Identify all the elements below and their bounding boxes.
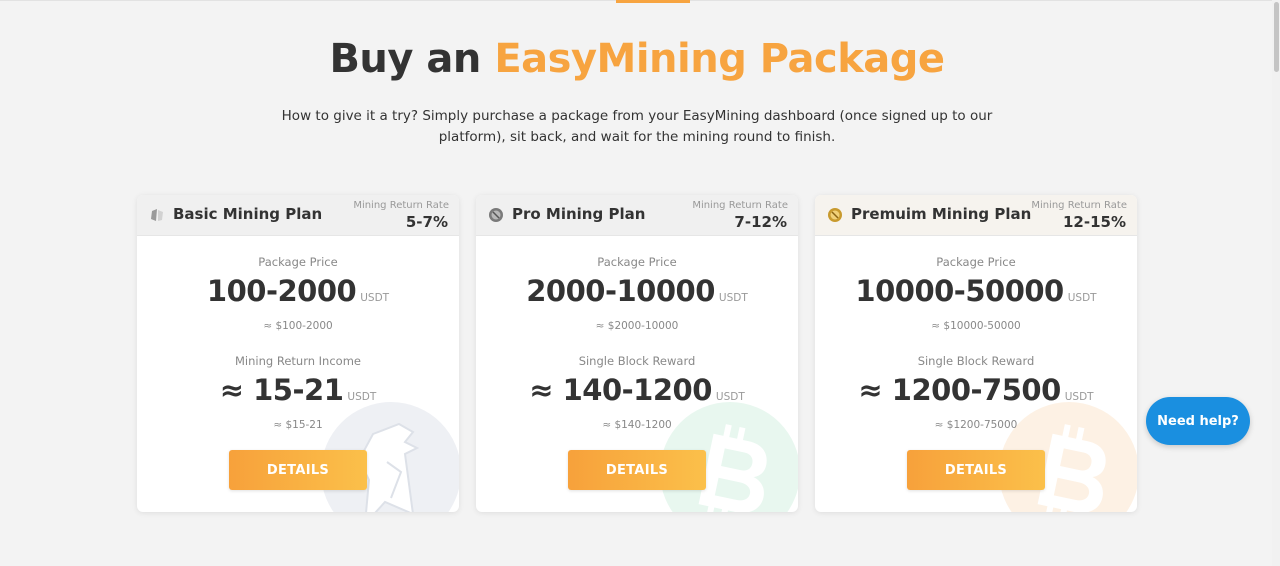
income-value: ≈ 1200-7500 USDT: [815, 373, 1137, 407]
silver-coin-icon: [149, 207, 165, 223]
scrollbar[interactable]: [1272, 0, 1280, 566]
income-unit: USDT: [715, 391, 745, 403]
price-label: Package Price: [258, 255, 338, 269]
plan-name: Basic Mining Plan: [173, 205, 323, 223]
income-value: ≈ 140-1200 USDT: [476, 373, 798, 407]
rate-value: 5-7%: [405, 213, 448, 231]
rate-value: 12-15%: [1062, 213, 1126, 231]
gold-coin-icon: [827, 207, 843, 223]
price-usd: ≈ $10000-50000: [931, 320, 1021, 332]
page-title-accent: EasyMining Package: [494, 36, 945, 82]
price-value: 2000-10000 USDT: [476, 274, 798, 308]
plan-name: Pro Mining Plan: [512, 205, 646, 223]
rate-label: Mining Return Rate: [692, 200, 788, 211]
price-unit: USDT: [360, 292, 390, 304]
rate-label: Mining Return Rate: [1031, 200, 1127, 211]
income-unit: USDT: [347, 391, 377, 403]
income-usd: ≈ $1200-75000: [934, 419, 1018, 431]
income-label: Single Block Reward: [578, 354, 696, 368]
page-title-main: Buy an: [329, 36, 481, 82]
active-tab-indicator: [616, 0, 690, 3]
scrollbar-thumb[interactable]: [1274, 2, 1279, 72]
rate-value: 7-12%: [734, 213, 787, 231]
price-usd: ≈ $100-2000: [263, 320, 333, 332]
plan-card-pro: Pro Mining Plan Mining Return Rate 7-12%…: [476, 195, 798, 512]
details-button[interactable]: DETAILS: [907, 450, 1045, 490]
price-unit: USDT: [718, 292, 748, 304]
income-usd: ≈ $140-1200: [602, 419, 672, 431]
plan-name: Premuim Mining Plan: [851, 205, 1032, 223]
plan-card-header: Pro Mining Plan Mining Return Rate 7-12%: [476, 195, 798, 236]
income-label: Single Block Reward: [917, 354, 1035, 368]
price-amount: 10000-50000: [855, 274, 1064, 308]
income-usd: ≈ $15-21: [273, 419, 323, 431]
details-button[interactable]: DETAILS: [568, 450, 706, 490]
plan-card-header: Basic Mining Plan Mining Return Rate 5-7…: [137, 195, 459, 236]
income-amount: ≈ 140-1200: [529, 373, 712, 407]
intro-text: How to give it a try? Simply purchase a …: [281, 108, 993, 145]
price-amount: 100-2000: [206, 274, 357, 308]
price-label: Package Price: [936, 255, 1016, 269]
page-title: Buy an EasyMining Package: [0, 36, 1274, 82]
income-amount: ≈ 1200-7500: [858, 373, 1061, 407]
details-button[interactable]: DETAILS: [229, 450, 367, 490]
income-unit: USDT: [1064, 391, 1094, 403]
price-unit: USDT: [1067, 292, 1097, 304]
income-value: ≈ 15-21 USDT: [137, 373, 459, 407]
plan-card-basic: Basic Mining Plan Mining Return Rate 5-7…: [137, 195, 459, 512]
income-amount: ≈ 15-21: [219, 373, 344, 407]
need-help-button[interactable]: Need help?: [1146, 397, 1250, 445]
price-value: 10000-50000 USDT: [815, 274, 1137, 308]
price-value: 100-2000 USDT: [137, 274, 459, 308]
plan-card-premium: Premuim Mining Plan Mining Return Rate 1…: [815, 195, 1137, 512]
rate-label: Mining Return Rate: [353, 200, 449, 211]
gray-coin-icon: [488, 207, 504, 223]
income-label: Mining Return Income: [235, 354, 361, 368]
price-amount: 2000-10000: [526, 274, 715, 308]
plan-card-header: Premuim Mining Plan Mining Return Rate 1…: [815, 195, 1137, 236]
price-label: Package Price: [597, 255, 677, 269]
price-usd: ≈ $2000-10000: [595, 320, 679, 332]
